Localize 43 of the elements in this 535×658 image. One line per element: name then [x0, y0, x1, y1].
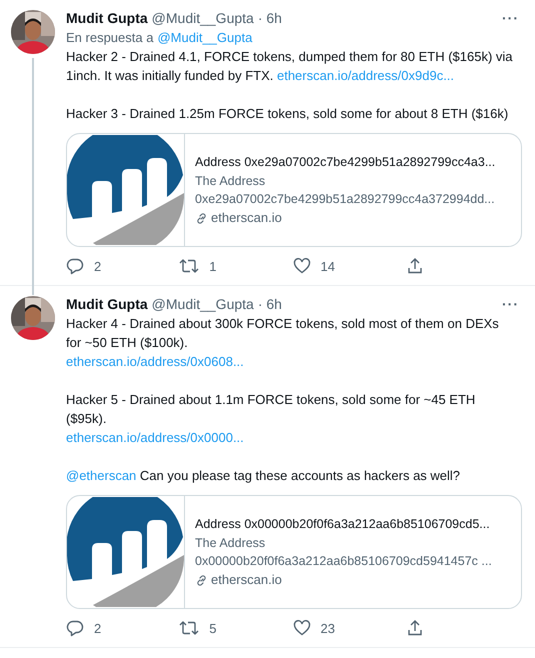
reply-icon[interactable] — [66, 257, 84, 275]
reply-count: 2 — [94, 620, 102, 636]
link-icon — [195, 574, 208, 586]
card-domain: etherscan.io — [211, 571, 282, 589]
reply-count: 2 — [94, 258, 102, 274]
tweet-text: Can you please tag these accounts as hackers as well? — [138, 468, 460, 483]
heart-icon[interactable] — [292, 257, 310, 275]
link-icon — [195, 212, 208, 224]
logo-icon — [67, 135, 184, 245]
card-title: Address 0xe29a07002c7be4299b51a2892799cc4a3... — [195, 154, 496, 171]
more-menu-button[interactable]: ··· — [502, 10, 519, 26]
like-count: 14 — [320, 258, 335, 274]
retweet-count: 1 — [209, 258, 216, 274]
heart-icon[interactable] — [292, 619, 310, 637]
retweet-icon[interactable] — [179, 257, 200, 275]
timestamp[interactable]: · 6h — [258, 296, 282, 312]
like-count: 23 — [320, 620, 335, 636]
tweet-text: Hacker 4 - Drained about 300k FORCE tokens, sold most of them on DEXs — [66, 316, 499, 331]
card-title: Address 0x00000b20f0f6a3a212aa6b85106709cd5... — [195, 516, 491, 533]
tweet-text: Hacker 5 - Drained about 1.1m FORCE tokens, sold some for ~45 ETH — [66, 392, 476, 407]
link-card[interactable]: Address 0x00000b20f0f6a3a212aa6b85106709cd5... The Address 0x00000b20f0f6a3a212aa6b85106709cd5941457c ... etherscan.io — [66, 495, 522, 609]
card-description: The Address 0xe29a07002c7be4299b51a2892799cc4a372994dd... — [195, 173, 496, 208]
reply-label: En respuesta a — [66, 30, 154, 45]
tweet-text: for ~50 ETH ($100k). — [66, 335, 188, 350]
tweet-text: Hacker 2 - Drained 4.1, FORCE tokens, dumped them for 80 ETH ($165k) via — [66, 49, 513, 64]
card-description: The Address 0x00000b20f0f6a3a212aa6b85106709cd5941457c ... — [195, 535, 493, 570]
share-icon[interactable] — [406, 619, 424, 637]
retweet-count: 5 — [209, 620, 216, 636]
author-name[interactable]: Mudit Gupta — [66, 296, 148, 312]
logo-icon — [67, 497, 184, 607]
author-name[interactable]: Mudit Gupta — [66, 10, 148, 26]
author-handle[interactable]: @Mudit__Gupta — [152, 296, 254, 312]
link-card[interactable]: Address 0xe29a07002c7be4299b51a2892799cc4a3... The Address 0xe29a07002c7be4299b51a2892799cc4a372994dd... etherscan.io — [66, 133, 522, 247]
tweet-text: Hacker 3 - Drained 1.25m FORCE tokens, sold some for about 8 ETH ($16k) — [66, 106, 508, 121]
timestamp[interactable]: · 6h — [258, 10, 282, 26]
reply-icon[interactable] — [66, 619, 84, 637]
retweet-icon[interactable] — [179, 619, 200, 637]
author-handle[interactable]: @Mudit__Gupta — [152, 10, 254, 26]
more-menu-button[interactable]: ··· — [502, 296, 519, 312]
card-domain: etherscan.io — [211, 209, 282, 227]
tweet-text: ($95k). — [66, 411, 106, 426]
tweet-text: 1inch. It was initially funded by FTX. — [66, 68, 274, 83]
share-icon[interactable] — [406, 257, 424, 275]
